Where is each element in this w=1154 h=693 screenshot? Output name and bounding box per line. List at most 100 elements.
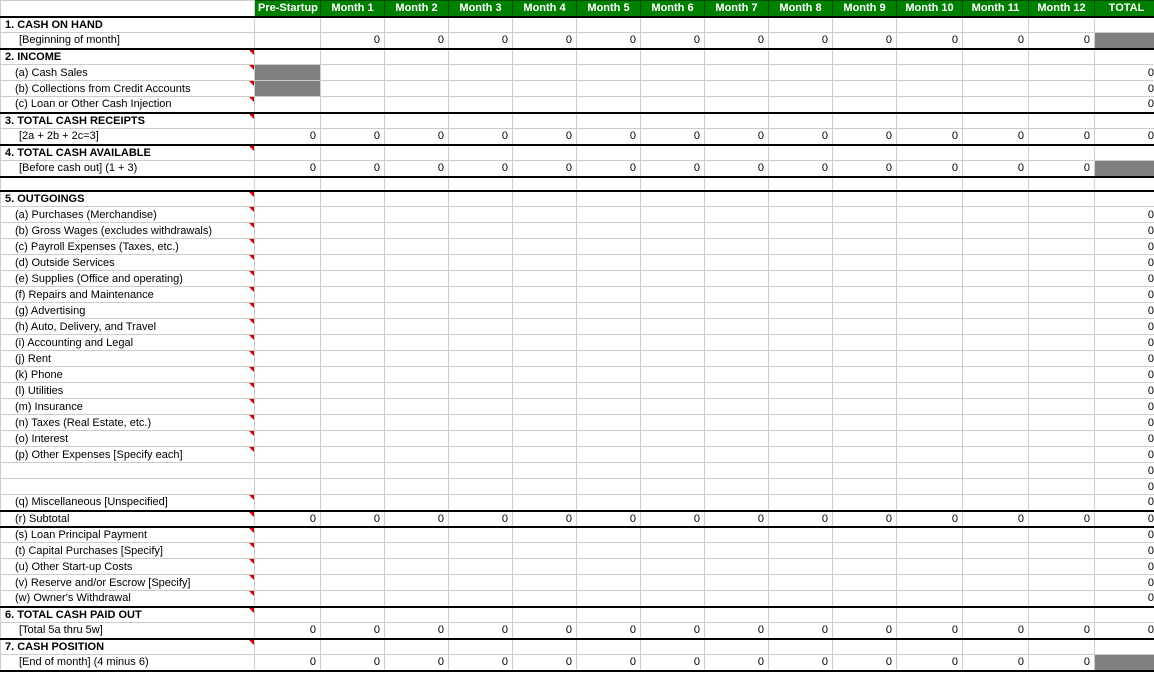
total-cell[interactable]: 0 [1095,399,1154,415]
data-cell[interactable] [449,145,513,161]
data-cell[interactable] [513,287,577,303]
data-cell[interactable] [577,463,641,479]
data-cell[interactable] [255,271,321,287]
data-cell[interactable] [833,527,897,543]
data-cell[interactable] [963,97,1029,113]
data-cell[interactable]: 0 [449,655,513,671]
data-cell[interactable] [1029,383,1095,399]
data-cell[interactable] [1029,65,1095,81]
data-cell[interactable] [963,431,1029,447]
data-cell[interactable] [769,223,833,239]
data-cell[interactable] [255,207,321,223]
data-cell[interactable] [705,49,769,65]
data-cell[interactable] [705,351,769,367]
row-label[interactable] [1,177,255,191]
data-cell[interactable] [641,575,705,591]
data-cell[interactable] [449,287,513,303]
data-cell[interactable] [577,17,641,33]
row-label[interactable]: (n) Taxes (Real Estate, etc.) [1,415,255,431]
data-cell[interactable] [449,97,513,113]
data-cell[interactable]: 0 [833,129,897,145]
data-cell[interactable] [385,287,449,303]
data-cell[interactable] [577,543,641,559]
data-cell[interactable] [1029,639,1095,655]
data-cell[interactable] [385,335,449,351]
data-cell[interactable] [321,49,385,65]
data-cell[interactable] [385,463,449,479]
data-cell[interactable] [321,367,385,383]
data-cell[interactable] [385,447,449,463]
data-cell[interactable] [385,559,449,575]
data-cell[interactable] [321,335,385,351]
data-cell[interactable] [897,415,963,431]
data-cell[interactable]: 0 [963,33,1029,49]
data-cell[interactable] [705,223,769,239]
data-cell[interactable]: 0 [769,129,833,145]
data-cell[interactable] [897,113,963,129]
row-label[interactable]: (j) Rent [1,351,255,367]
data-cell[interactable] [641,415,705,431]
data-cell[interactable]: 0 [321,511,385,527]
data-cell[interactable] [897,607,963,623]
data-cell[interactable] [449,271,513,287]
data-cell[interactable] [513,559,577,575]
data-cell[interactable] [385,543,449,559]
data-cell[interactable] [449,607,513,623]
data-cell[interactable] [577,591,641,607]
row-label[interactable]: (d) Outside Services [1,255,255,271]
data-cell[interactable] [1029,495,1095,511]
total-cell[interactable] [1095,33,1154,49]
data-cell[interactable] [897,17,963,33]
data-cell[interactable]: 0 [963,161,1029,177]
data-cell[interactable] [963,207,1029,223]
data-cell[interactable]: 0 [385,161,449,177]
row-label[interactable]: (l) Utilities [1,383,255,399]
data-cell[interactable] [897,81,963,97]
data-cell[interactable] [641,559,705,575]
data-cell[interactable] [513,17,577,33]
data-cell[interactable]: 0 [577,623,641,639]
data-cell[interactable] [385,495,449,511]
data-cell[interactable] [385,415,449,431]
data-cell[interactable] [963,177,1029,191]
data-cell[interactable] [577,447,641,463]
data-cell[interactable] [577,191,641,207]
row-label[interactable]: (c) Payroll Expenses (Taxes, etc.) [1,239,255,255]
data-cell[interactable] [963,223,1029,239]
data-cell[interactable]: 0 [963,623,1029,639]
row-label[interactable]: 5. OUTGOINGS [1,191,255,207]
data-cell[interactable] [963,319,1029,335]
data-cell[interactable] [449,81,513,97]
data-cell[interactable] [641,367,705,383]
total-cell[interactable]: 0 [1095,65,1154,81]
data-cell[interactable] [255,607,321,623]
data-cell[interactable] [255,559,321,575]
data-cell[interactable] [385,65,449,81]
data-cell[interactable] [963,383,1029,399]
data-cell[interactable] [963,271,1029,287]
data-cell[interactable]: 0 [705,655,769,671]
total-cell[interactable]: 0 [1095,351,1154,367]
row-label[interactable]: [Before cash out] (1 + 3) [1,161,255,177]
data-cell[interactable] [255,65,321,81]
data-cell[interactable] [963,239,1029,255]
data-cell[interactable] [385,239,449,255]
data-cell[interactable] [641,239,705,255]
data-cell[interactable] [705,415,769,431]
row-label[interactable]: (r) Subtotal [1,511,255,527]
total-cell[interactable]: 0 [1095,367,1154,383]
data-cell[interactable] [833,113,897,129]
data-cell[interactable] [1029,415,1095,431]
data-cell[interactable]: 0 [769,655,833,671]
data-cell[interactable] [897,287,963,303]
data-cell[interactable] [641,81,705,97]
data-cell[interactable] [255,81,321,97]
data-cell[interactable] [385,351,449,367]
data-cell[interactable] [577,97,641,113]
data-cell[interactable] [385,431,449,447]
data-cell[interactable] [513,113,577,129]
data-cell[interactable] [449,207,513,223]
data-cell[interactable] [897,639,963,655]
data-cell[interactable] [449,191,513,207]
data-cell[interactable] [641,335,705,351]
